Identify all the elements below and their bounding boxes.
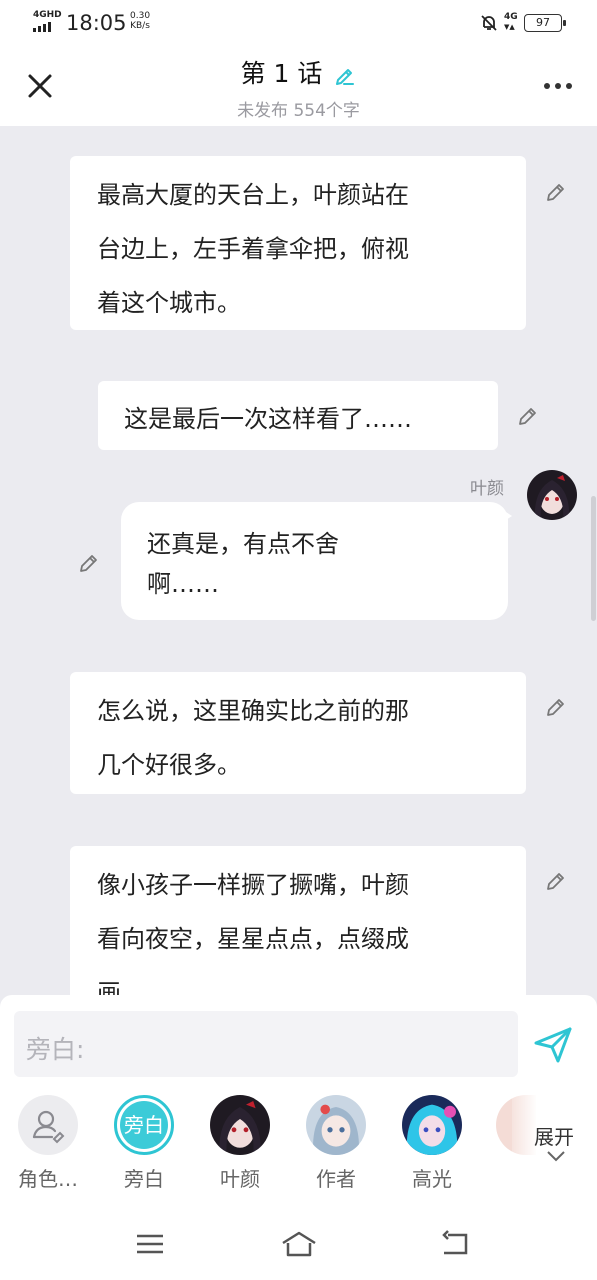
input-panel: 旁白: 角色… 旁白 旁白 叶颜 作者 高光 展开 [0,995,597,1211]
expand-label: 展开 [534,1125,574,1149]
narration-bubble[interactable]: 这是最后一次这样看了…… [98,381,498,450]
message-input[interactable]: 旁白: [14,1011,518,1077]
role-label: 旁白 [124,1167,164,1191]
avatar-yeyan-image [210,1095,270,1155]
publish-status: 未发布 554个字 [237,101,360,121]
character-bubble[interactable]: 还真是，有点不舍 啊…… [121,502,508,620]
speed-value: 0.30 [130,11,151,21]
avatar-yeyan [210,1095,270,1155]
speed-unit: KB/s [130,21,150,31]
back-icon[interactable] [438,1229,472,1259]
role-yeyan[interactable]: 叶颜 [208,1095,272,1192]
mobile-data-indicator: 4G ▼▲ [504,12,518,31]
message-line: 着这个城市。 [97,289,241,317]
status-bar: 4GHD 18:05 0.30 KB/s 4G ▼▲ 97 [0,0,597,46]
avatar-gaoguang [402,1095,462,1155]
bell-muted-icon [481,15,497,31]
message-line: 这是最后一次这样看了…… [124,405,412,433]
signal-4g-label: 4G [504,12,518,22]
edit-message-icon[interactable] [544,692,570,718]
avatar-yeyan[interactable] [527,470,577,520]
system-nav-bar [0,1211,597,1280]
battery-icon: 97 [524,14,566,32]
role-gaoguang[interactable]: 高光 [400,1095,464,1192]
chapter-title-text: 第 1 话 [240,59,323,88]
role-label: 叶颜 [220,1167,260,1191]
chevron-down-icon [547,1151,565,1162]
role-label: 高光 [412,1167,452,1191]
role-label: 作者 [316,1167,356,1191]
role-manage[interactable]: 角色… [16,1095,80,1192]
message-line: 几个好很多。 [97,751,241,779]
chat-area[interactable]: 最高大厦的天台上，叶颜站在 台边上，左手着拿伞把，俯视 着这个城市。 这是最后一… [0,126,597,996]
role-narrator[interactable]: 旁白 旁白 [112,1095,176,1192]
avatar-yeyan-image [527,470,577,520]
avatar-author [306,1095,366,1155]
role-label: 角色… [18,1167,78,1191]
narration-bubble[interactable]: 怎么说，这里确实比之前的那 几个好很多。 [70,672,526,794]
message-line: 怎么说，这里确实比之前的那 [97,697,409,725]
avatar-gaoguang-image [402,1095,462,1155]
message-line: 画。 [97,979,145,996]
message-line: 看向夜空，星星点点，点缀成 [97,925,409,953]
avatar-author-image [306,1095,366,1155]
edit-message-icon[interactable] [544,177,570,203]
chapter-title[interactable]: 第 1 话 [0,54,597,90]
narrator-avatar: 旁白 [114,1095,174,1155]
edit-title-icon[interactable] [334,64,356,86]
speaker-name: 叶颜 [470,479,504,499]
person-edit-glyph [32,1110,65,1144]
header: 第 1 话 未发布 554个字 [0,46,597,126]
expand-button[interactable]: 展开 [512,1083,597,1203]
more-options-icon[interactable] [538,74,578,98]
narration-bubble[interactable]: 最高大厦的天台上，叶颜站在 台边上，左手着拿伞把，俯视 着这个城市。 [70,156,526,330]
send-icon[interactable] [532,1023,574,1065]
edit-message-icon[interactable] [516,401,542,427]
message-line: 啊…… [147,570,219,598]
signal-icon [33,22,51,32]
message-line: 还真是，有点不舍 [147,530,339,558]
narrator-avatar-inner: 旁白 [120,1101,168,1149]
menu-icon[interactable] [133,1229,167,1259]
edit-message-icon[interactable] [77,548,103,574]
person-edit-icon [18,1095,78,1155]
role-author[interactable]: 作者 [304,1095,368,1192]
clock: 18:05 [66,11,127,35]
home-icon[interactable] [279,1229,319,1259]
network-speed: 0.30 KB/s [130,11,150,31]
narration-bubble[interactable]: 像小孩子一样撅了撅嘴，叶颜 看向夜空，星星点点，点缀成 画。 [70,846,526,996]
scrollbar-thumb[interactable] [591,496,596,621]
bubble-tail [500,508,512,524]
edit-message-icon[interactable] [544,866,570,892]
message-line: 台边上，左手着拿伞把，俯视 [97,235,409,263]
message-line: 最高大厦的天台上，叶颜站在 [97,181,409,209]
network-type: 4GHD [33,10,62,20]
message-line: 像小孩子一样撅了撅嘴，叶颜 [97,871,409,899]
